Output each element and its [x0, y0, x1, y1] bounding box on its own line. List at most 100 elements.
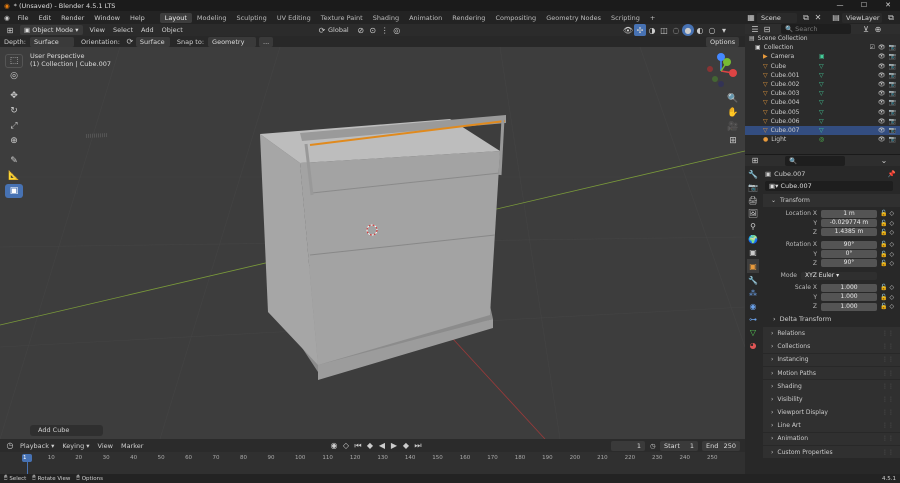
next-keyframe-icon[interactable]: ◆	[400, 440, 412, 452]
constraints-tab-icon[interactable]: ⊶	[747, 313, 759, 325]
keyframe-icon[interactable]: ◇	[889, 241, 894, 248]
object-name-field[interactable]: ▣▾ Cube.007	[765, 181, 893, 191]
record-icon[interactable]: ◉	[328, 440, 340, 452]
view-layer-name[interactable]: ViewLayer	[842, 12, 882, 23]
scale-x-field[interactable]: 1.000	[821, 283, 877, 292]
snap-icon[interactable]: ⊙	[367, 24, 379, 36]
object-tab-icon[interactable]: ▣	[747, 259, 759, 273]
lock-icon[interactable]: 🔓	[880, 229, 887, 236]
workspace-tab-texture-paint[interactable]: Texture Paint	[316, 13, 368, 23]
keyframe-icon[interactable]: ◇	[889, 303, 894, 310]
camera-data-icon[interactable]: ▣	[819, 53, 825, 60]
physics-tab-icon[interactable]: ◉	[747, 300, 759, 312]
collection-eye-icon[interactable]: 👁	[878, 44, 886, 51]
more-options-button[interactable]: ...	[259, 36, 274, 47]
menu-select[interactable]: Select	[109, 26, 137, 34]
eye-icon[interactable]: 👁	[878, 118, 886, 125]
panel-viewport-display[interactable]: › Viewport Display ⋮⋮	[763, 406, 900, 419]
view-layer-tab-icon[interactable]: 🖼	[747, 207, 759, 219]
location-z-field[interactable]: 1.4385 m	[821, 228, 877, 237]
outliner-item[interactable]: ▽ Cube.007 ▽ 👁 📷	[745, 125, 900, 136]
jump-end-icon[interactable]: ⏭	[412, 440, 424, 452]
scene-name[interactable]: Scene	[757, 12, 797, 23]
shading-wireframe-icon[interactable]: ◌	[670, 24, 682, 36]
lock-icon[interactable]: 🔓	[880, 241, 887, 248]
outliner-item[interactable]: ▽ Cube.003 ▽ 👁 📷	[745, 89, 900, 98]
current-frame-field[interactable]: 1	[611, 441, 645, 451]
menu-window[interactable]: Window	[89, 14, 125, 22]
rotation-x-field[interactable]: 90°	[821, 240, 877, 249]
shading-rendered-icon[interactable]: ○	[706, 24, 718, 36]
workspace-tab-scripting[interactable]: Scripting	[606, 13, 645, 23]
prev-keyframe-icon[interactable]: ◆	[364, 440, 376, 452]
drag-handle-icon[interactable]: ⋮⋮	[882, 435, 894, 442]
workspace-tab-sculpting[interactable]: Sculpting	[231, 13, 271, 23]
scene-selector[interactable]: ▦ Scene ⧉ ✕ ▤ ViewLayer ⧉ ✕	[745, 12, 900, 23]
panel-relations[interactable]: › Relations ⋮⋮	[763, 327, 900, 340]
drag-handle-icon[interactable]: ⋮⋮	[882, 396, 894, 403]
drag-handle-icon[interactable]: ⋮⋮	[882, 370, 894, 377]
end-frame-field[interactable]: End 250	[702, 441, 740, 451]
drag-handle-icon[interactable]: ⋮⋮	[882, 409, 894, 416]
output-tab-icon[interactable]: 🖨	[747, 194, 759, 206]
drag-handle-icon[interactable]: ⋮⋮	[882, 356, 894, 363]
rotate-tool[interactable]: ↻	[5, 104, 23, 118]
visibility-icon[interactable]: 👁	[622, 24, 634, 36]
outliner-item[interactable]: ● Light ◎ 👁 📷	[745, 135, 900, 144]
panel-custom-properties[interactable]: › Custom Properties ⋮⋮	[763, 445, 900, 459]
outliner-search-input[interactable]: 🔍 Search	[781, 24, 851, 34]
eye-icon[interactable]: 👁	[878, 109, 886, 116]
outliner-scene-collection[interactable]: ▤ Scene Collection	[745, 34, 900, 43]
lock-icon[interactable]: 🔓	[880, 260, 887, 267]
cursor-tool[interactable]: ◎	[5, 69, 23, 83]
workspace-tab-layout[interactable]: Layout	[159, 12, 192, 23]
outliner-item[interactable]: ▽ Cube.004 ▽ 👁 📷	[745, 98, 900, 107]
scene-tab-icon[interactable]: ⚲	[747, 220, 759, 232]
copy-view-layer-icon[interactable]: ⧉	[885, 12, 897, 24]
keyframe-icon[interactable]: ◇	[889, 220, 894, 227]
lock-icon[interactable]: 🔓	[880, 251, 887, 258]
workspace-tab-compositing[interactable]: Compositing	[490, 13, 541, 23]
workspace-tab-shading[interactable]: Shading	[368, 13, 404, 23]
location-y-field[interactable]: -0.029774 m	[821, 219, 877, 228]
proportional-edit-icon[interactable]: ◎	[391, 24, 403, 36]
3d-viewport[interactable]: ⬚ ◎ ✥ ↻ ⤢ ⊕ ✎ 📐 ▣ User Perspective (1) C…	[0, 47, 745, 439]
timeline-editor-icon[interactable]: ◷	[4, 440, 16, 452]
keyframe-icon[interactable]: ◇	[889, 251, 894, 258]
zoom-icon[interactable]: 🔍	[726, 92, 740, 105]
snap-settings-icon[interactable]: ⋮	[379, 24, 391, 36]
render-camera-icon[interactable]: 📷	[889, 63, 896, 70]
render-camera-icon[interactable]: 📷	[889, 81, 896, 88]
render-camera-icon[interactable]: 📷	[889, 53, 896, 60]
render-camera-icon[interactable]: 📷	[889, 109, 896, 116]
render-camera-icon[interactable]: 📷	[889, 72, 896, 79]
rotation-z-field[interactable]: 90°	[821, 259, 877, 268]
orientation-dropdown[interactable]: Surface	[135, 36, 170, 47]
mesh-data-icon[interactable]: ▽	[819, 90, 824, 97]
eye-icon[interactable]: 👁	[878, 81, 886, 88]
eye-icon[interactable]: 👁	[878, 90, 886, 97]
outliner-item[interactable]: ▽ Cube.005 ▽ 👁 📷	[745, 108, 900, 117]
outliner-item[interactable]: ▽ Cube.002 ▽ 👁 📷	[745, 80, 900, 89]
menu-view[interactable]: View	[86, 26, 109, 34]
mesh-data-icon[interactable]: ▽	[819, 118, 824, 125]
mode-dropdown[interactable]: ▣ Object Mode ▾	[20, 25, 83, 35]
render-camera-icon[interactable]: 📷	[889, 99, 896, 106]
pan-hand-icon[interactable]: ✋	[726, 106, 740, 119]
delete-scene-icon[interactable]: ✕	[812, 12, 824, 24]
lock-icon[interactable]: 🔓	[880, 210, 887, 217]
depth-dropdown[interactable]: Surface	[30, 36, 74, 47]
lock-icon[interactable]: 🔓	[880, 294, 887, 301]
light-data-icon[interactable]: ◎	[819, 136, 824, 143]
delta-transform-header[interactable]: › Delta Transform	[763, 313, 900, 325]
keyframe-type-icon[interactable]: ◇	[340, 440, 352, 452]
data-tab-icon[interactable]: ▽	[747, 326, 759, 338]
pivot-icon[interactable]: ⊘	[355, 24, 367, 36]
properties-menu-icon[interactable]: ⌄	[878, 155, 890, 167]
menu-render[interactable]: Render	[56, 14, 89, 22]
lock-icon[interactable]: 🔓	[880, 303, 887, 310]
drag-handle-icon[interactable]: ⋮⋮	[882, 449, 894, 456]
collection-checkbox-icon[interactable]: ☑	[870, 44, 875, 51]
eye-icon[interactable]: 👁	[878, 72, 886, 79]
eye-icon[interactable]: 👁	[878, 53, 886, 60]
